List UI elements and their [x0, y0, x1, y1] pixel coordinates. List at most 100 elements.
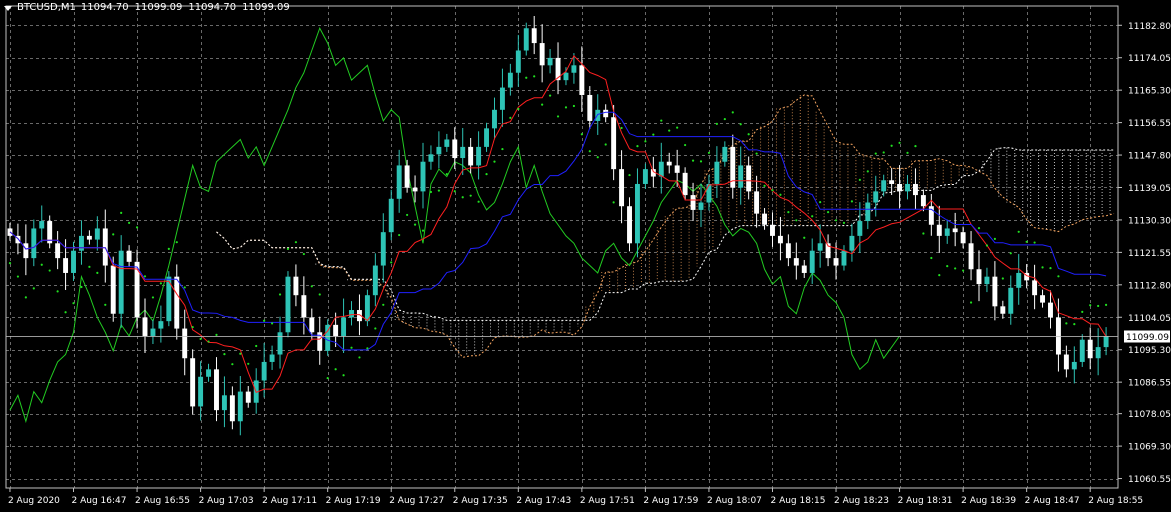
candle-bull[interactable] [841, 250, 847, 266]
candle-bull[interactable] [849, 235, 855, 251]
candle-bull[interactable] [809, 250, 815, 273]
candle-bull[interactable] [78, 235, 84, 251]
candle-bull[interactable] [237, 391, 243, 422]
candle-bull[interactable] [476, 146, 482, 166]
candle-bull[interactable] [460, 146, 466, 159]
candle-bull[interactable] [1103, 335, 1109, 348]
candle-bull[interactable] [738, 165, 744, 188]
candle-bull[interactable] [547, 57, 553, 66]
candle-bear[interactable] [690, 195, 696, 210]
candle-bull[interactable] [341, 317, 347, 336]
candle-bull[interactable] [571, 65, 577, 73]
candle-bull[interactable] [507, 72, 513, 88]
candle-bear[interactable] [920, 195, 926, 207]
candle-bull[interactable] [515, 50, 521, 73]
candle-bull[interactable] [642, 169, 648, 184]
candle-bear[interactable] [889, 180, 895, 184]
candle-bull[interactable] [722, 146, 728, 162]
candle-bull[interactable] [285, 276, 291, 333]
candle-bear[interactable] [762, 213, 768, 225]
candle-bear[interactable] [1087, 339, 1093, 359]
candle-bear[interactable] [142, 317, 148, 336]
candle-bull[interactable] [873, 191, 879, 203]
candle-bull[interactable] [436, 146, 442, 155]
candle-bull[interactable] [944, 228, 950, 236]
candle-bear[interactable] [531, 28, 537, 44]
candle-bear[interactable] [293, 276, 299, 296]
candle-bull[interactable] [221, 395, 227, 411]
candle-bull[interactable] [269, 354, 275, 362]
candle-bear[interactable] [309, 317, 315, 333]
candle-bear[interactable] [619, 169, 625, 207]
candle-bull[interactable] [39, 221, 45, 229]
candle-bear[interactable] [1055, 317, 1061, 355]
chart-menu-icon[interactable] [4, 5, 12, 11]
candle-bull[interactable] [484, 128, 490, 147]
candle-bear[interactable] [412, 187, 418, 192]
candle-bull[interactable] [198, 376, 204, 407]
candle-bear[interactable] [174, 276, 180, 329]
candle-bear[interactable] [587, 94, 593, 121]
candle-bear[interactable] [55, 243, 61, 259]
candle-bear[interactable] [126, 250, 132, 262]
candle-bear[interactable] [1032, 280, 1038, 296]
candle-bear[interactable] [603, 109, 609, 118]
candle-bear[interactable] [23, 243, 29, 259]
candle-bear[interactable] [404, 165, 410, 188]
candle-bear[interactable] [960, 232, 966, 244]
candle-bull[interactable] [261, 361, 267, 381]
candle-bear[interactable] [86, 235, 92, 240]
candle-bear[interactable] [992, 276, 998, 307]
candle-bull[interactable] [94, 228, 100, 240]
chart-window[interactable]: 11182.80 11174.05 11165.30 11156.55 11147.80… [0, 0, 1171, 512]
candle-bear[interactable] [952, 228, 958, 233]
candle-bull[interactable] [1016, 272, 1022, 288]
candle-bull[interactable] [428, 154, 434, 162]
candle-bear[interactable] [770, 224, 775, 236]
candle-bull[interactable] [563, 72, 569, 81]
candle-bull[interactable] [984, 276, 990, 285]
candle-bull[interactable] [420, 161, 426, 192]
candle-bull[interactable] [396, 165, 402, 199]
candle-bull[interactable] [865, 202, 871, 222]
candle-bear[interactable] [976, 269, 982, 285]
candle-bear[interactable] [110, 265, 116, 314]
candle-bull[interactable] [380, 232, 386, 266]
candle-bull[interactable] [634, 183, 640, 244]
candle-bear[interactable] [833, 258, 839, 266]
candle-bull[interactable] [1095, 347, 1101, 359]
candle-bull[interactable] [857, 221, 863, 236]
candle-bear[interactable] [801, 265, 807, 273]
candle-bull[interactable] [277, 332, 283, 355]
candle-bear[interactable] [190, 358, 196, 407]
candle-bear[interactable] [214, 369, 219, 411]
candle-bear[interactable] [301, 295, 307, 318]
candle-bear[interactable] [468, 146, 474, 166]
candle-bull[interactable] [714, 161, 720, 184]
candle-bull[interactable] [150, 328, 156, 336]
candle-bear[interactable] [682, 172, 688, 196]
candle-bear[interactable] [785, 243, 791, 259]
candle-bull[interactable] [1071, 361, 1077, 370]
candle-bear[interactable] [793, 258, 799, 266]
candle-bear[interactable] [1063, 354, 1069, 370]
candle-bear[interactable] [579, 65, 585, 95]
candle-bear[interactable] [627, 206, 632, 244]
candle-bull[interactable] [523, 28, 529, 51]
candle-bear[interactable] [229, 395, 235, 422]
candle-bear[interactable] [1040, 295, 1046, 303]
candle-bull[interactable] [349, 310, 354, 318]
candle-bull[interactable] [492, 109, 497, 129]
candle-bear[interactable] [182, 328, 188, 359]
candle-bull[interactable] [444, 139, 450, 147]
candle-bear[interactable] [611, 117, 617, 170]
candle-bull[interactable] [817, 243, 823, 251]
candle-bear[interactable] [333, 324, 339, 336]
candle-bull[interactable] [1008, 287, 1014, 314]
candle-bull[interactable] [158, 321, 164, 329]
candle-bull[interactable] [388, 198, 394, 233]
candle-bear[interactable] [936, 224, 942, 236]
candle-bull[interactable] [706, 183, 712, 203]
candle-bear[interactable] [897, 183, 903, 192]
price-chart[interactable]: 11182.80 11174.05 11165.30 11156.55 11147.80… [0, 0, 1171, 512]
